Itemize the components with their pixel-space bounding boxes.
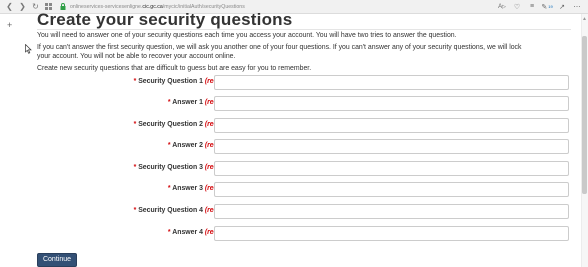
scroll-up-icon[interactable]: ▲ xyxy=(582,16,587,22)
security-question-3-text: Security Question 3 xyxy=(138,164,203,171)
answer-1-input[interactable] xyxy=(214,96,569,111)
answer-4-input[interactable] xyxy=(214,226,569,241)
notes-count: 19 xyxy=(548,4,553,9)
favorite-icon[interactable]: ♡ xyxy=(512,1,522,12)
intro-paragraph-2-line-2: your account. You will not be able to re… xyxy=(37,53,236,60)
answer-3-text: Answer 3 xyxy=(172,185,203,192)
answer-4-row: * Answer 4 (required) xyxy=(37,226,577,241)
reader-mode-icon[interactable]: A ▷ xyxy=(497,1,507,12)
scrollbar-thumb[interactable] xyxy=(582,36,587,194)
url-domain: cic.gc.ca xyxy=(142,3,163,10)
security-question-2-text: Security Question 2 xyxy=(138,121,203,128)
required-star: * xyxy=(167,142,171,149)
required-star: * xyxy=(133,207,137,214)
page-title: Create your security questions xyxy=(37,10,293,29)
mouse-cursor-icon xyxy=(25,41,32,59)
intro-paragraph-2-line-1: If you can't answer the first security q… xyxy=(37,44,522,51)
title-divider xyxy=(37,29,571,30)
intro-paragraph-2: If you can't answer the first security q… xyxy=(37,43,521,61)
security-question-4-input[interactable] xyxy=(214,204,569,219)
security-question-3-row: * Security Question 3 (required) xyxy=(37,161,577,176)
required-star: * xyxy=(133,164,137,171)
address-bar[interactable]: onlineservices-servicesenligne.cic.gc.ca… xyxy=(70,4,245,10)
security-question-2-input[interactable] xyxy=(214,118,569,133)
url-prefix: onlineservices-servicesenligne. xyxy=(70,3,143,10)
required-star: * xyxy=(133,78,137,85)
intro-paragraph-3: Create new security questions that are d… xyxy=(37,65,312,72)
notes-icon[interactable]: ✎ 19 xyxy=(541,1,553,12)
required-star: * xyxy=(167,99,171,106)
answer-1-text: Answer 1 xyxy=(172,99,203,106)
answer-2-input[interactable] xyxy=(214,139,569,154)
intro-paragraph-1: You will need to answer one of your secu… xyxy=(37,32,457,39)
forward-icon[interactable]: ❯ xyxy=(17,1,28,13)
more-icon[interactable]: ⋯ xyxy=(572,1,582,12)
required-star: * xyxy=(167,185,171,192)
share-icon[interactable]: ↗ xyxy=(557,1,567,12)
answer-1-row: * Answer 1 (required) xyxy=(37,96,577,111)
collections-icon[interactable]: ≡ xyxy=(527,1,537,12)
back-icon[interactable]: ❮ xyxy=(4,1,15,13)
answer-3-input[interactable] xyxy=(214,182,569,197)
answer-2-row: * Answer 2 (required) xyxy=(37,139,577,154)
security-question-2-row: * Security Question 2 (required) xyxy=(37,118,577,133)
security-question-1-input[interactable] xyxy=(214,75,569,90)
security-question-4-text: Security Question 4 xyxy=(138,207,203,214)
answer-2-text: Answer 2 xyxy=(172,142,203,149)
required-star: * xyxy=(167,229,171,236)
required-star: * xyxy=(133,121,137,128)
security-question-1-text: Security Question 1 xyxy=(138,78,203,85)
answer-4-text: Answer 4 xyxy=(172,229,203,236)
security-question-4-row: * Security Question 4 (required) xyxy=(37,204,577,219)
security-question-1-row: * Security Question 1 (required) xyxy=(37,75,577,90)
add-tab-icon[interactable]: + xyxy=(7,20,12,30)
security-question-3-input[interactable] xyxy=(214,161,569,176)
answer-3-row: * Answer 3 (required) xyxy=(37,182,577,197)
url-path: /mycic/initialAuth/securityQuestions xyxy=(162,3,245,10)
continue-button[interactable]: Continue xyxy=(37,253,77,267)
